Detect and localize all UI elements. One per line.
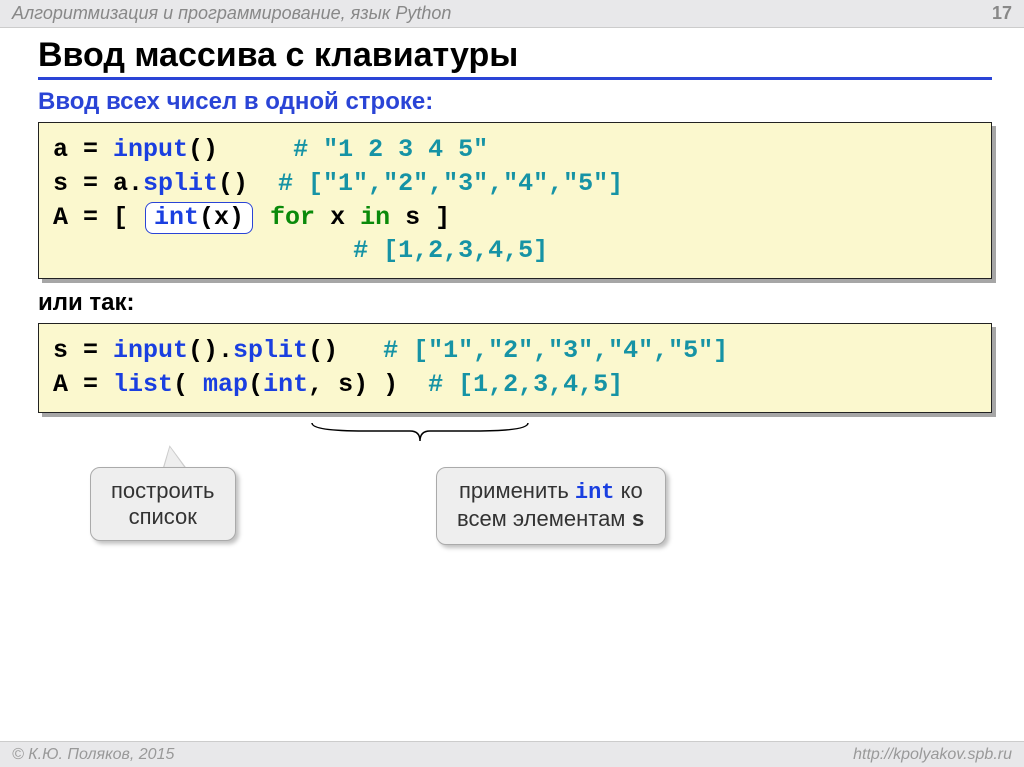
curly-brace-icon: [310, 421, 530, 443]
code-block-2: s = input().split() # ["1","2","3","4","…: [38, 323, 992, 413]
header-title: Алгоритмизация и программирование, язык …: [12, 3, 451, 24]
slide-title: Ввод массива с клавиатуры: [38, 36, 992, 80]
section-subhead: Ввод всех чисел в одной строке:: [38, 88, 992, 116]
slide-footer: © К.Ю. Поляков, 2015 http://kpolyakov.sp…: [0, 741, 1024, 767]
footer-copyright: © К.Ю. Поляков, 2015: [12, 746, 174, 764]
callout-build-list: построить список: [90, 467, 236, 542]
callouts-area: построить список применить int ко всем э…: [38, 427, 992, 547]
highlight-int-x: int(x): [145, 202, 253, 234]
page-number: 17: [992, 3, 1012, 24]
footer-url: http://kpolyakov.spb.ru: [853, 746, 1012, 764]
code-block-1: a = input() # "1 2 3 4 5" s = a.split() …: [38, 122, 992, 279]
callout-apply-int: применить int ко всем элементам s: [436, 467, 666, 546]
slide-content: Ввод массива с клавиатуры Ввод всех чисе…: [0, 28, 1024, 547]
or-label: или так:: [38, 289, 992, 317]
slide-header: Алгоритмизация и программирование, язык …: [0, 0, 1024, 28]
